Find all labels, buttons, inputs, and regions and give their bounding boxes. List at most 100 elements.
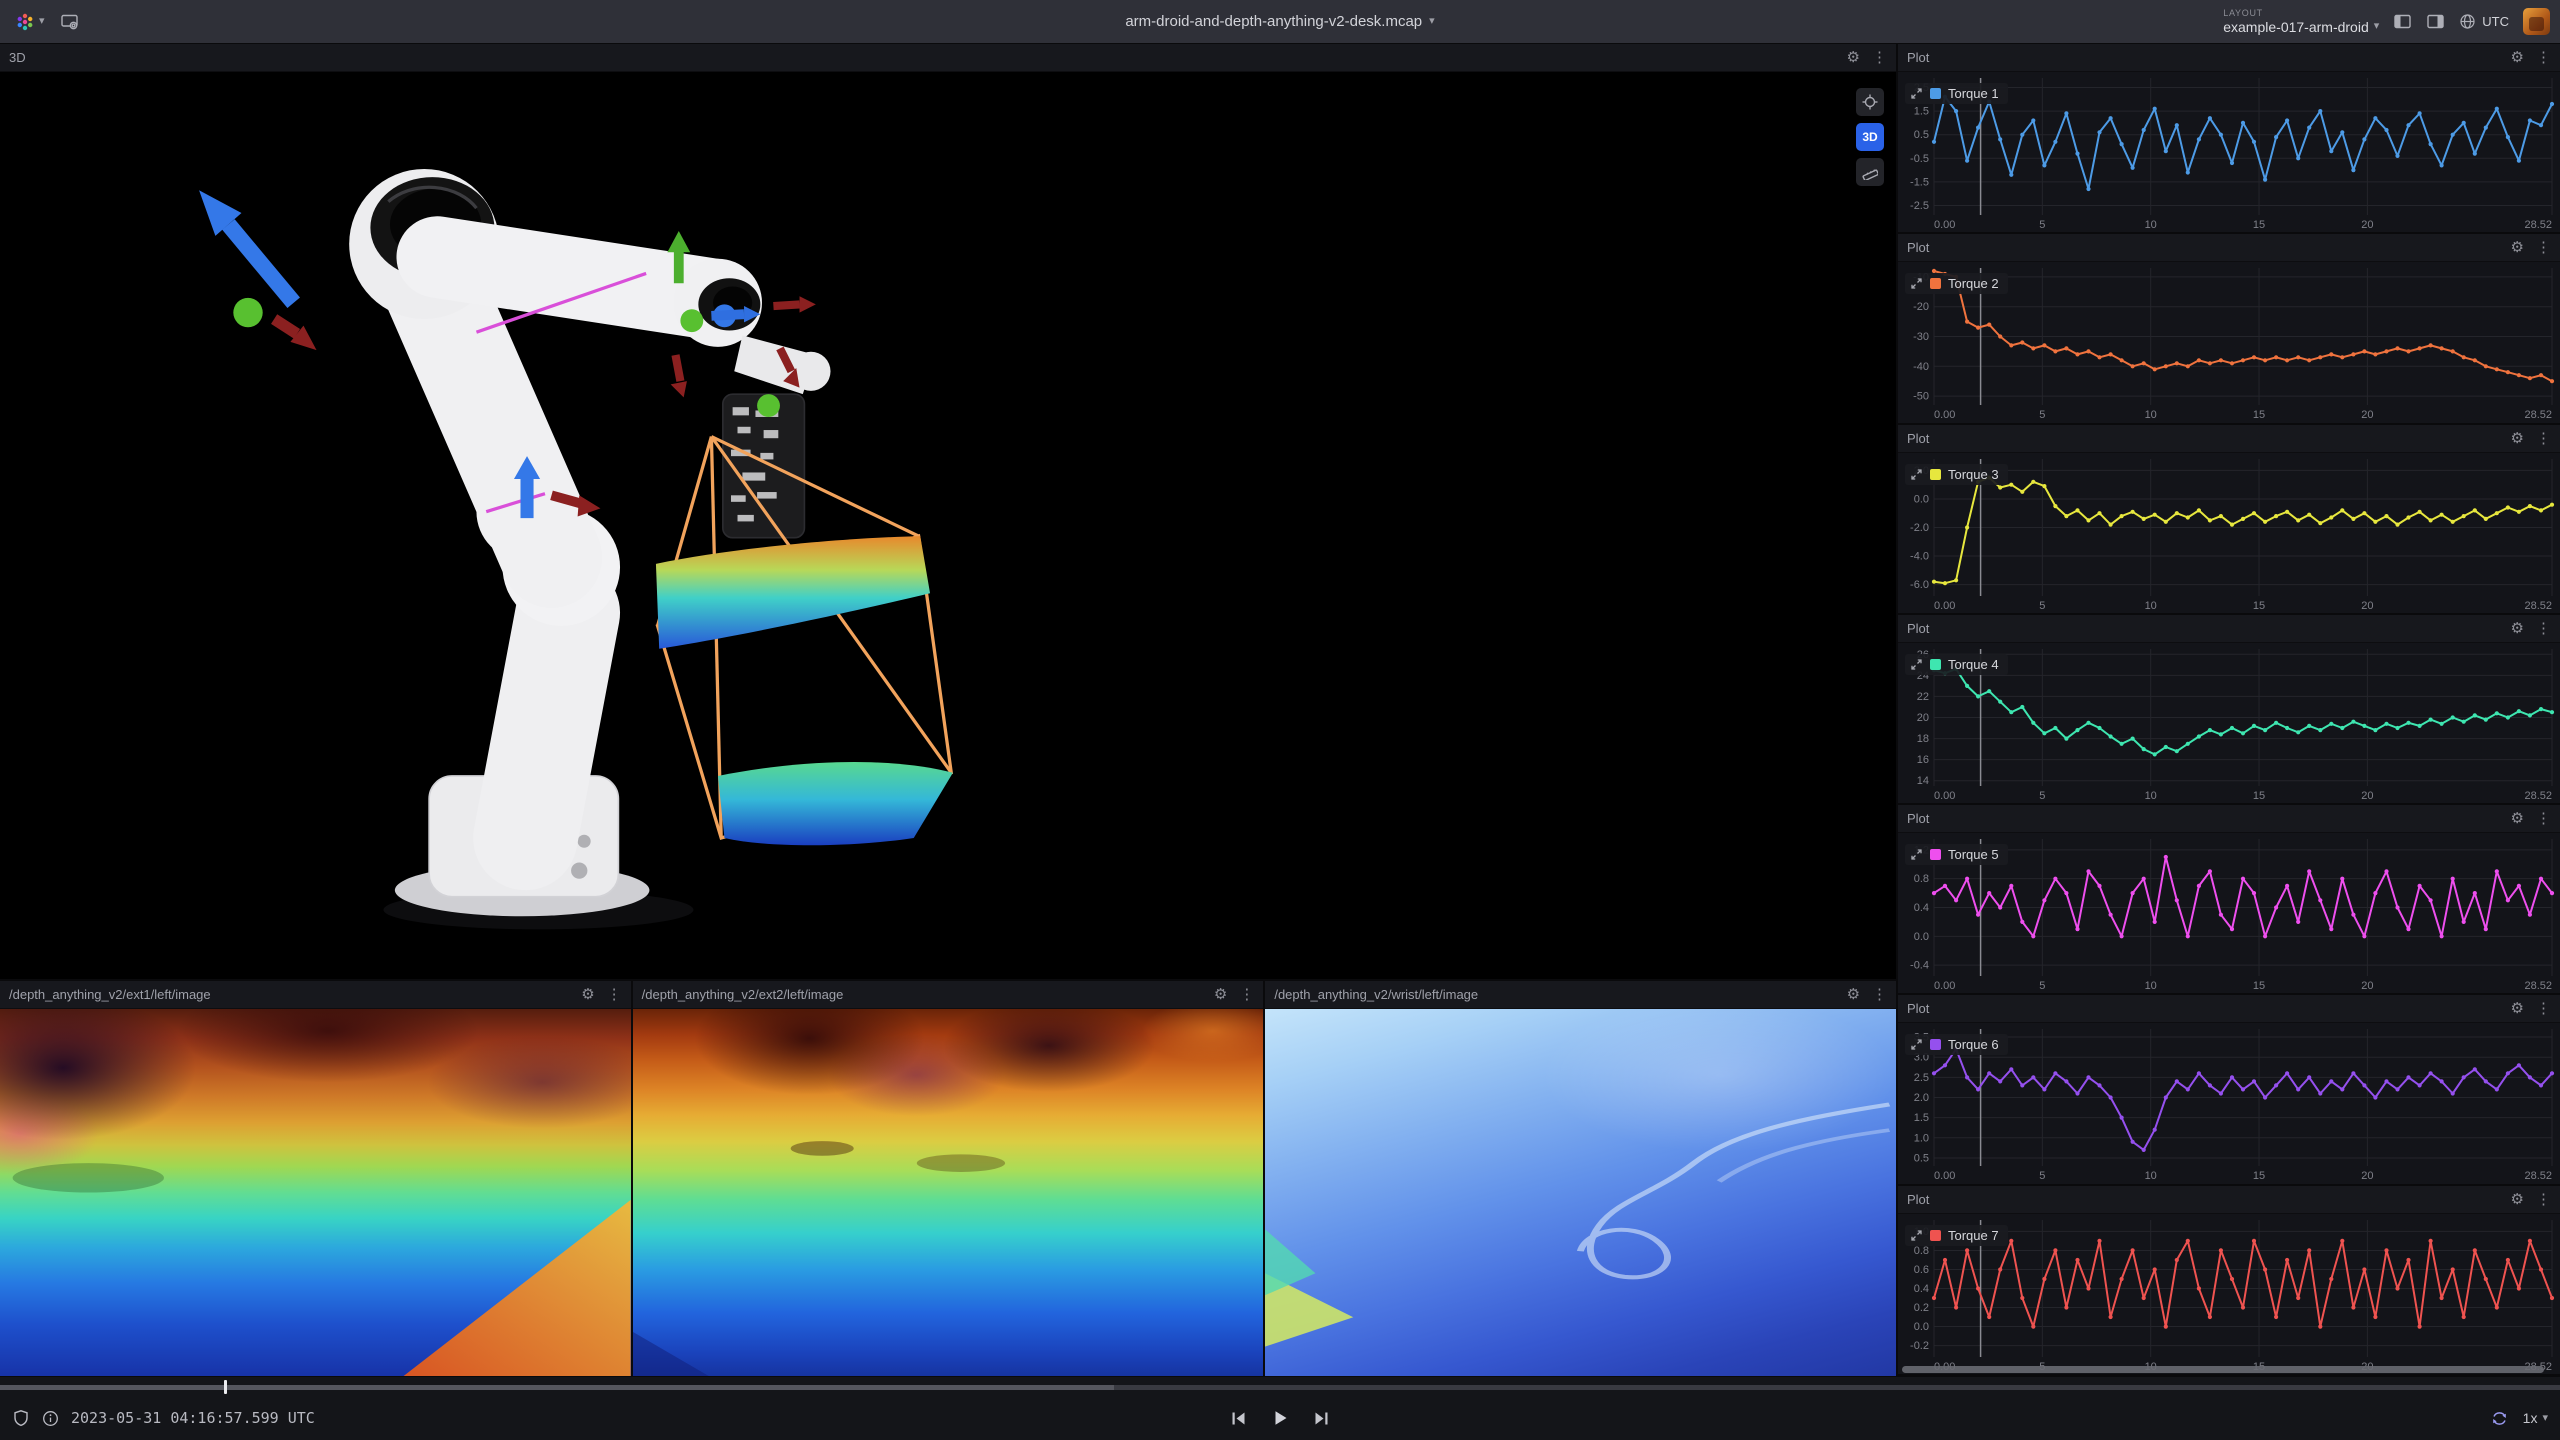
settings-gear-icon[interactable]: ⚙ (1214, 987, 1227, 1002)
settings-gear-icon[interactable]: ⚙ (2511, 1001, 2524, 1016)
svg-text:0.8: 0.8 (1914, 873, 1929, 885)
svg-text:28.52: 28.52 (2524, 219, 2552, 231)
plot-panel: Plot ⚙ ⋮ -10-20-30-40-500.00510152028.52… (1898, 234, 2560, 424)
svg-text:1.0: 1.0 (1914, 1133, 1929, 1145)
more-options-icon[interactable]: ⋮ (1872, 987, 1887, 1002)
svg-text:-0.4: -0.4 (1910, 960, 1929, 972)
plot-panel: Plot ⚙ ⋮ 1.00.80.60.40.20.0-0.20.0051015… (1898, 1186, 2560, 1376)
sidebar-scrollbar[interactable] (1902, 1366, 2544, 1373)
right-sidebar-toggle[interactable] (2426, 12, 2445, 31)
source-title: arm-droid-and-depth-anything-v2-desk.mca… (1125, 13, 1422, 30)
settings-gear-icon[interactable]: ⚙ (2511, 811, 2524, 826)
reset-view-icon (1910, 277, 1923, 290)
svg-text:5: 5 (2039, 409, 2045, 421)
seek-bar[interactable] (0, 1376, 2560, 1396)
plot-panel-header[interactable]: Plot ⚙ ⋮ (1898, 234, 2560, 262)
more-options-icon[interactable]: ⋮ (1872, 50, 1887, 65)
plot-panel-header[interactable]: Plot ⚙ ⋮ (1898, 805, 2560, 833)
series-label: Torque 7 (1948, 1228, 1999, 1243)
depth-image-wrist[interactable] (1265, 1009, 1896, 1376)
plot-legend[interactable]: Torque 1 (1905, 83, 2008, 104)
globe-icon (2459, 13, 2476, 30)
more-options-icon[interactable]: ⋮ (2536, 431, 2551, 446)
open-data-source-button[interactable] (60, 12, 79, 31)
settings-gear-icon[interactable]: ⚙ (2511, 1192, 2524, 1207)
seek-forward-button[interactable] (1312, 1409, 1331, 1428)
settings-gear-icon[interactable]: ⚙ (2511, 621, 2524, 636)
plot-legend[interactable]: Torque 3 (1905, 464, 2008, 485)
panel-3d-header[interactable]: 3D ⚙ ⋮ (0, 44, 1896, 72)
svg-text:-4.0: -4.0 (1910, 550, 1929, 562)
depth-image-ext1[interactable] (0, 1009, 631, 1376)
more-options-icon[interactable]: ⋮ (2536, 1001, 2551, 1016)
timezone-button[interactable]: UTC (2459, 13, 2509, 30)
avatar[interactable] (2523, 8, 2550, 35)
plot-panel-header[interactable]: Plot ⚙ ⋮ (1898, 44, 2560, 72)
plot-panel-header[interactable]: Plot ⚙ ⋮ (1898, 1186, 2560, 1214)
crosshair-icon (1862, 94, 1878, 110)
app-menu-button[interactable]: ▾ (10, 9, 50, 35)
svg-text:2.5: 2.5 (1914, 1072, 1929, 1084)
plot-legend[interactable]: Torque 4 (1905, 654, 2008, 675)
more-options-icon[interactable]: ⋮ (2536, 811, 2551, 826)
depth-image-ext2[interactable] (633, 1009, 1264, 1376)
settings-gear-icon[interactable]: ⚙ (2511, 431, 2524, 446)
seek-playhead[interactable] (224, 1380, 227, 1394)
layout-label: LAYOUT (2223, 8, 2263, 18)
plot-legend[interactable]: Torque 6 (1905, 1034, 2008, 1055)
info-button[interactable] (42, 1410, 59, 1427)
left-sidebar-toggle[interactable] (2393, 12, 2412, 31)
settings-gear-icon[interactable]: ⚙ (1847, 50, 1860, 65)
more-options-icon[interactable]: ⋮ (2536, 50, 2551, 65)
source-title-button[interactable]: arm-droid-and-depth-anything-v2-desk.mca… (1125, 13, 1434, 30)
camera-panel-header[interactable]: /depth_anything_v2/ext1/left/image ⚙ ⋮ (0, 981, 631, 1009)
problems-button[interactable] (12, 1409, 30, 1427)
depth-pointcloud-surface (656, 536, 953, 845)
svg-text:-1.5: -1.5 (1910, 176, 1929, 188)
reset-view-icon (1910, 848, 1923, 861)
series-color-swatch (1930, 659, 1941, 670)
svg-text:28.52: 28.52 (2524, 409, 2552, 421)
seek-backward-button[interactable] (1229, 1409, 1248, 1428)
viewport-3d[interactable]: 3D (0, 72, 1896, 979)
plot-body: 1.20.80.40.0-0.40.00510152028.52 Torque … (1898, 833, 2560, 993)
more-options-icon[interactable]: ⋮ (1239, 987, 1254, 1002)
more-options-icon[interactable]: ⋮ (607, 987, 622, 1002)
settings-gear-icon[interactable]: ⚙ (1847, 987, 1860, 1002)
sync-camera-button[interactable] (1856, 88, 1884, 116)
svg-text:1.5: 1.5 (1914, 106, 1929, 118)
plot-panel-header[interactable]: Plot ⚙ ⋮ (1898, 995, 2560, 1023)
loop-button[interactable] (2490, 1409, 2509, 1428)
svg-text:28.52: 28.52 (2524, 1170, 2552, 1182)
more-options-icon[interactable]: ⋮ (2536, 1192, 2551, 1207)
plot-legend[interactable]: Torque 2 (1905, 273, 2008, 294)
more-options-icon[interactable]: ⋮ (2536, 240, 2551, 255)
svg-text:20: 20 (2361, 600, 2373, 612)
svg-text:-2.5: -2.5 (1910, 200, 1929, 212)
chevron-down-icon: ▾ (2542, 1413, 2548, 1424)
settings-gear-icon[interactable]: ⚙ (581, 987, 594, 1002)
camera-panel-header[interactable]: /depth_anything_v2/ext2/left/image ⚙ ⋮ (633, 981, 1264, 1009)
svg-text:5: 5 (2039, 600, 2045, 612)
layout-selector[interactable]: LAYOUT example-017-arm-droid ▾ (2223, 8, 2379, 34)
plot-panel-header[interactable]: Plot ⚙ ⋮ (1898, 615, 2560, 643)
plot-legend[interactable]: Torque 5 (1905, 844, 2008, 865)
viewport-toolbar: 3D (1856, 88, 1884, 186)
svg-text:10: 10 (2145, 409, 2157, 421)
3d-mode-toggle[interactable]: 3D (1856, 123, 1884, 151)
settings-gear-icon[interactable]: ⚙ (2511, 50, 2524, 65)
settings-gear-icon[interactable]: ⚙ (2511, 240, 2524, 255)
playback-speed-button[interactable]: 1x ▾ (2523, 1410, 2548, 1426)
camera-panel-header[interactable]: /depth_anything_v2/wrist/left/image ⚙ ⋮ (1265, 981, 1896, 1009)
svg-text:14: 14 (1917, 775, 1929, 787)
series-color-swatch (1930, 849, 1941, 860)
svg-text:0.00: 0.00 (1934, 219, 1955, 231)
plot-panel-header[interactable]: Plot ⚙ ⋮ (1898, 425, 2560, 453)
svg-text:10: 10 (2145, 1170, 2157, 1182)
series-color-swatch (1930, 469, 1941, 480)
more-options-icon[interactable]: ⋮ (2536, 621, 2551, 636)
plot-legend[interactable]: Torque 7 (1905, 1225, 2008, 1246)
measure-tool-button[interactable] (1856, 158, 1884, 186)
left-sidebar-icon (2393, 12, 2412, 31)
play-button[interactable] (1270, 1408, 1290, 1428)
